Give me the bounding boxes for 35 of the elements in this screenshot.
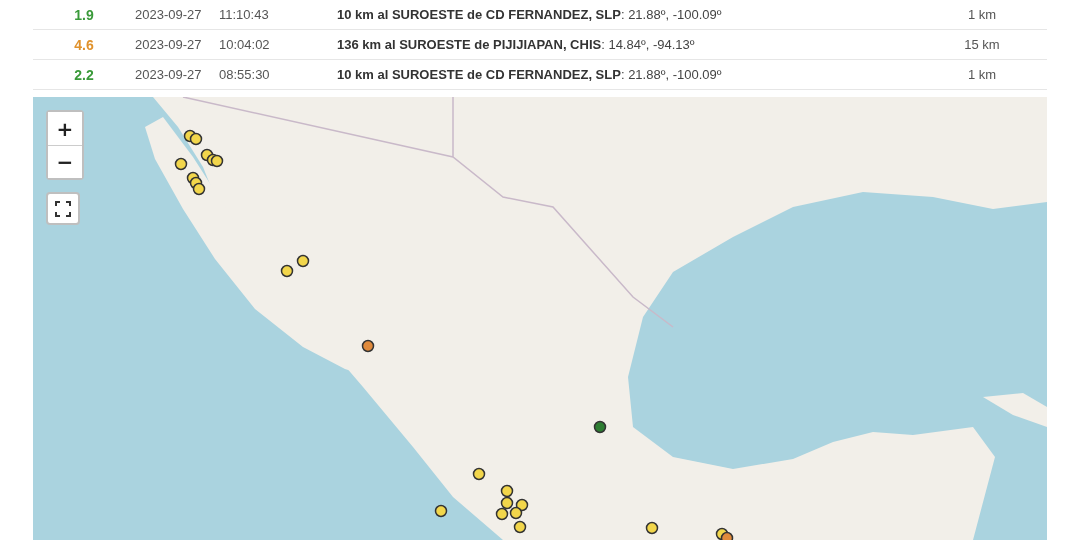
location-cell: 10 km al SUROESTE de CD FERNANDEZ, SLP: 21.88º, -100.09º [337,7,722,22]
time-cell: 10:04:02 [219,37,270,52]
earthquake-marker[interactable] [174,157,188,171]
depth-cell: 1 km [967,7,997,22]
location-cell: 10 km al SUROESTE de CD FERNANDEZ, SLP: 21.88º, -100.09º [337,67,722,82]
earthquake-marker[interactable] [500,496,514,510]
zoom-out-button[interactable]: − [48,145,82,178]
magnitude-cell: 1.9 [74,6,94,23]
date-cell: 2023-09-27 [135,67,202,82]
earthquake-marker[interactable] [472,467,486,481]
earthquake-marker[interactable] [495,507,509,521]
earthquake-marker[interactable] [189,132,203,146]
depth-cell: 15 km [964,37,1000,52]
earthquake-marker[interactable] [434,504,448,518]
depth-cell: 1 km [967,67,997,82]
earthquake-marker[interactable] [361,339,375,353]
earthquake-marker[interactable] [593,420,607,434]
earthquake-marker[interactable] [720,531,734,540]
earthquake-marker[interactable] [500,484,514,498]
date-cell: 2023-09-27 [135,37,202,52]
magnitude-cell: 4.6 [74,36,94,53]
earthquake-marker[interactable] [192,182,206,196]
earthquake-marker[interactable] [280,264,294,278]
time-cell: 11:10:43 [219,7,269,22]
magnitude-cell: 2.2 [74,66,94,83]
date-cell: 2023-09-27 [135,7,202,22]
time-cell: 08:55:30 [219,67,270,82]
earthquake-marker[interactable] [210,154,224,168]
location-cell: 136 km al SUROESTE de PIJIJIAPAN, CHIS: 14.84º, -94.13º [337,37,695,52]
earthquake-marker[interactable] [645,521,659,535]
earthquake-marker[interactable] [509,506,523,520]
fullscreen-button[interactable] [46,192,80,225]
earthquake-marker[interactable] [513,520,527,534]
earthquake-marker[interactable] [296,254,310,268]
fullscreen-icon [55,200,71,217]
